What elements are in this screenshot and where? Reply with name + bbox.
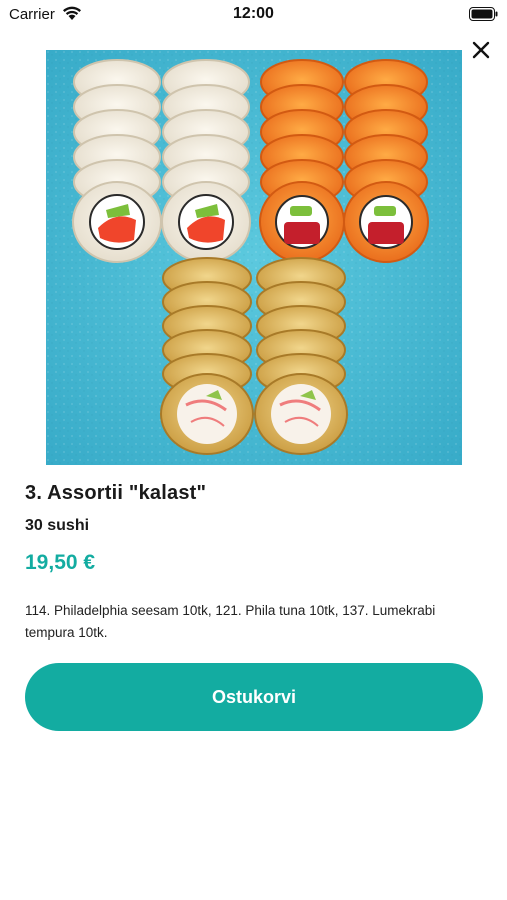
battery-icon [469, 7, 498, 21]
status-bar: Carrier 12:00 [0, 0, 507, 28]
product-description: 114. Philadelphia seesam 10tk, 121. Phil… [25, 603, 436, 640]
add-to-cart-button[interactable]: Ostukorvi [25, 663, 483, 731]
sushi-column-3 [259, 59, 345, 263]
sushi-column-2 [161, 59, 251, 263]
product-title: 3. Assortii "kalast" [25, 482, 207, 504]
product-image [46, 50, 462, 465]
status-time: 12:00 [233, 5, 274, 22]
sushi-column-1 [72, 59, 162, 263]
product-price: 19,50 € [25, 551, 96, 574]
close-button[interactable] [469, 38, 493, 62]
sushi-column-5 [160, 257, 254, 455]
sushi-column-4 [343, 59, 429, 263]
product-count: 30 sushi [25, 517, 90, 534]
sushi-column-6 [254, 257, 348, 455]
close-icon [472, 41, 490, 59]
